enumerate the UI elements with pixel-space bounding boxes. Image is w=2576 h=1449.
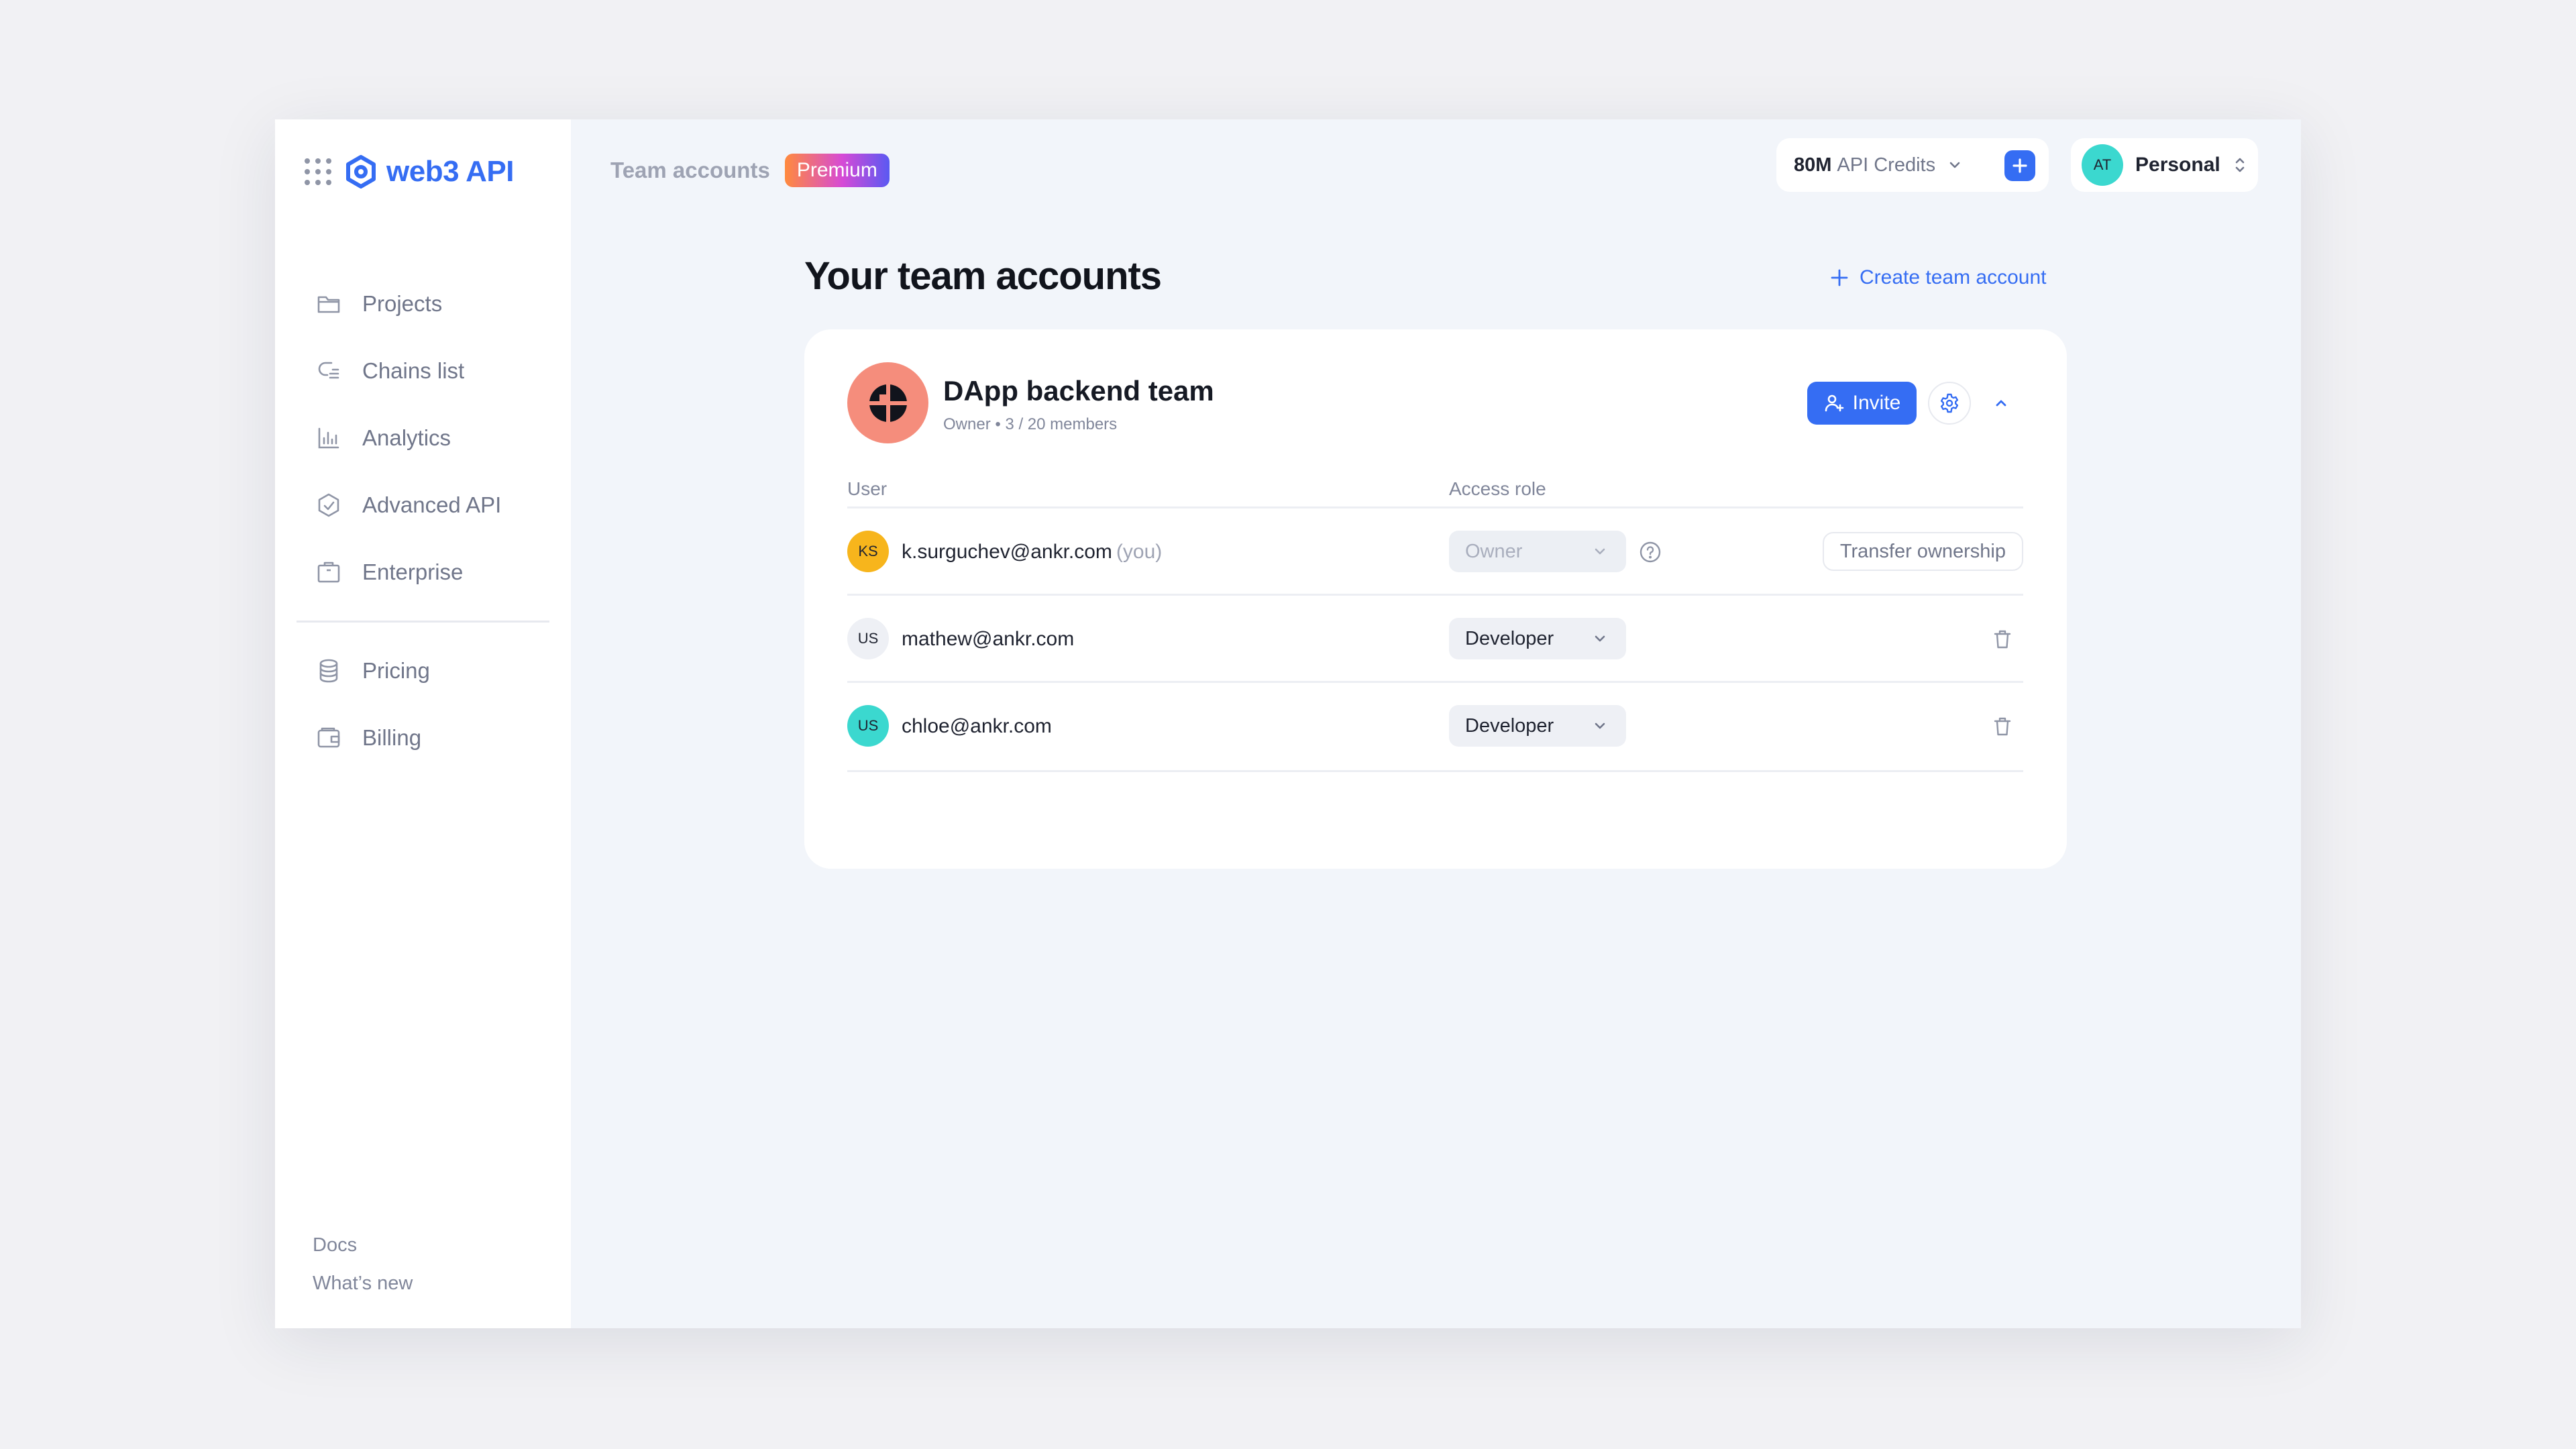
api-credits-dropdown[interactable]: 80M API Credits (1776, 138, 2049, 192)
avatar: KS (847, 531, 889, 572)
chart-icon (318, 427, 339, 449)
credits-amount: 80M (1794, 154, 1832, 176)
brand-name: web3 API (386, 155, 514, 188)
sidebar-item-label: Pricing (362, 658, 430, 683)
sidebar-item-label: Advanced API (362, 492, 502, 517)
sidebar-item-label: Projects (362, 291, 443, 316)
column-header-user: User (847, 478, 888, 499)
add-user-icon (1825, 394, 1843, 412)
collapse-button[interactable] (1988, 390, 2015, 417)
team-card: DApp backend team Owner • 3 / 20 members… (804, 329, 2067, 869)
sidebar-item-billing[interactable]: Billing (275, 704, 571, 771)
invite-label: Invite (1852, 392, 1901, 414)
logo-icon (346, 155, 376, 189)
column-header-access-role: Access role (1449, 478, 1546, 499)
team-meta: Owner • 3 / 20 members (943, 415, 1118, 433)
role-select[interactable]: Developer (1449, 705, 1626, 747)
table-row: US mathew@ankr.com Developer (847, 594, 2023, 683)
table-row: KS k.surguchev@ankr.com (you) Owner Trans… (847, 506, 2023, 596)
add-credits-button[interactable] (2004, 150, 2035, 181)
premium-badge: Premium (784, 154, 890, 187)
sidebar: web3 API Projects Chains list Analytics (275, 119, 571, 1328)
sidebar-item-projects[interactable]: Projects (275, 270, 571, 337)
credits-unit: API Credits (1837, 154, 1936, 176)
create-team-account-button[interactable]: Create team account (1829, 266, 2046, 289)
role-select-value: Developer (1465, 627, 1554, 649)
plus-icon (2012, 158, 2027, 173)
chevron-down-icon (1595, 635, 1605, 642)
trash-icon[interactable] (1991, 628, 2014, 651)
sidebar-item-chains-list[interactable]: Chains list (275, 337, 571, 405)
team-settings-button[interactable] (1928, 382, 1971, 425)
advanced-api-icon (318, 493, 339, 517)
app-window: web3 API Projects Chains list Analytics (275, 119, 2301, 1328)
member-email: mathew@ankr.com (902, 628, 1075, 650)
sidebar-footer: Docs What’s new (313, 1226, 413, 1303)
trash-icon[interactable] (1991, 715, 2014, 738)
role-select-value: Owner (1465, 540, 1523, 562)
coins-icon (319, 659, 338, 683)
sidebar-item-pricing[interactable]: Pricing (275, 637, 571, 704)
member-email: k.surguchev@ankr.com (you) (902, 541, 1162, 564)
team-logo (847, 362, 928, 443)
account-name: Personal (2135, 154, 2220, 176)
whats-new-link[interactable]: What’s new (313, 1265, 413, 1303)
team-logo-icon (868, 383, 908, 423)
nav-divider (297, 621, 549, 623)
page-section-title: Team accounts (610, 158, 770, 182)
team-name: DApp backend team (943, 375, 1214, 407)
table-row: US chloe@ankr.com Developer (847, 681, 2023, 772)
create-team-account-label: Create team account (1860, 266, 2047, 288)
wallet-icon (317, 727, 340, 748)
breadcrumb: Team accounts Premium (610, 150, 890, 191)
role-select: Owner (1449, 531, 1626, 572)
invite-button[interactable]: Invite (1807, 382, 1917, 425)
plus-icon (1831, 269, 1848, 286)
avatar: US (847, 618, 889, 659)
role-select[interactable]: Developer (1449, 618, 1626, 659)
sidebar-item-label: Enterprise (362, 559, 464, 584)
gear-icon (1940, 393, 1959, 413)
help-icon[interactable] (1639, 541, 1662, 564)
member-email: chloe@ankr.com (902, 715, 1052, 737)
transfer-ownership-button[interactable]: Transfer ownership (1822, 532, 2023, 571)
sidebar-item-label: Chains list (362, 358, 465, 383)
sidebar-nav: Projects Chains list Analytics Advanced … (275, 270, 571, 771)
account-switcher[interactable]: AT Personal (2071, 138, 2258, 192)
sidebar-item-enterprise[interactable]: Enterprise (275, 539, 571, 606)
sidebar-item-advanced-api[interactable]: Advanced API (275, 472, 571, 539)
page-title: Your team accounts (804, 254, 1162, 298)
avatar: US (847, 705, 889, 747)
member-email-text: k.surguchev@ankr.com (902, 541, 1112, 563)
chains-icon (318, 362, 339, 379)
docs-link[interactable]: Docs (313, 1226, 413, 1265)
chevron-down-icon (1949, 162, 1960, 168)
chevron-down-icon (1595, 548, 1605, 555)
chevron-up-down-icon (2235, 158, 2245, 172)
you-label: (you) (1116, 541, 1163, 563)
sidebar-item-label: Billing (362, 725, 422, 750)
logo-row: web3 API (305, 152, 514, 192)
apps-grid-icon[interactable] (305, 158, 331, 185)
role-select-value: Developer (1465, 714, 1554, 737)
sidebar-item-label: Analytics (362, 425, 451, 450)
briefcase-icon (317, 561, 340, 583)
avatar: AT (2082, 144, 2123, 186)
folder-icon (317, 296, 340, 313)
sidebar-item-analytics[interactable]: Analytics (275, 405, 571, 472)
chevron-up-icon (1996, 400, 2006, 407)
chevron-down-icon (1595, 722, 1605, 729)
